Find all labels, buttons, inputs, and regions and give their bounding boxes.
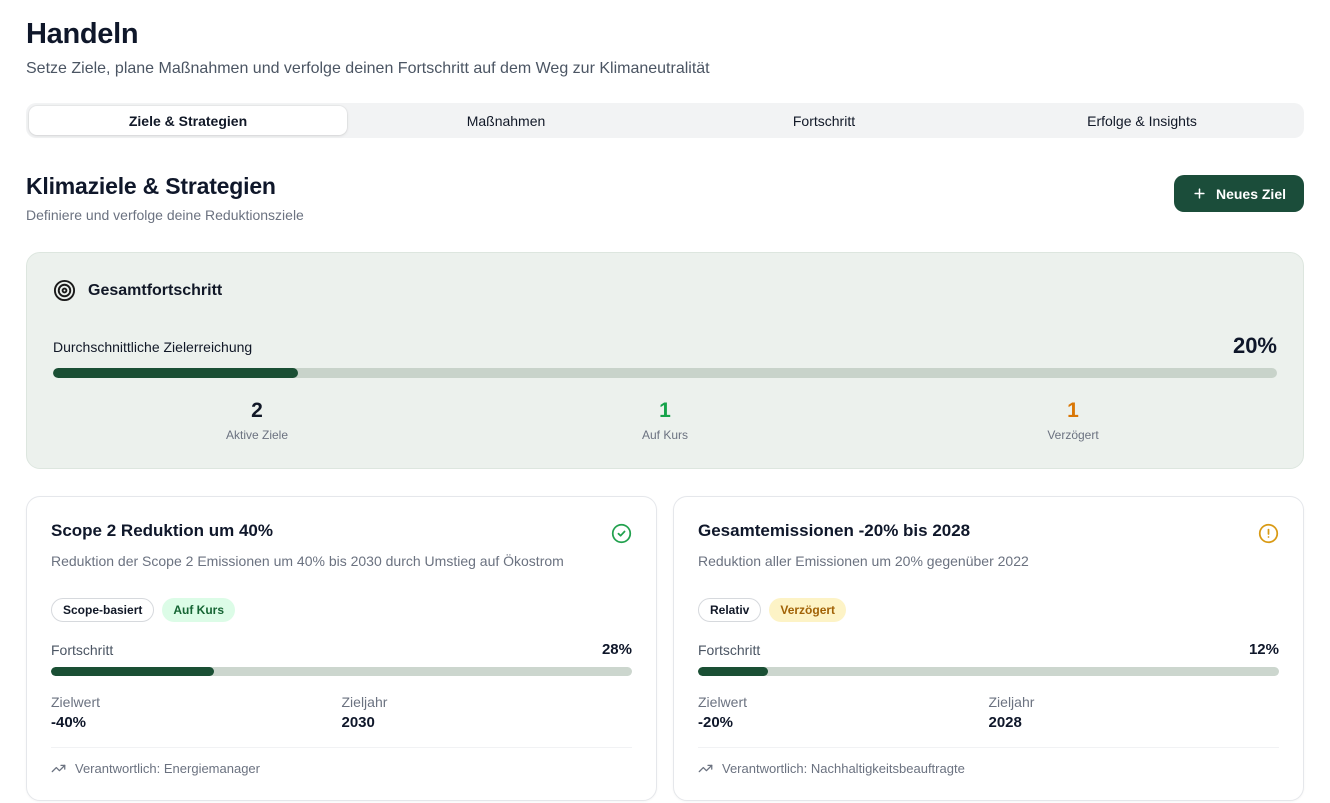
stat-active-goals-value: 2 bbox=[53, 399, 461, 423]
goal-description: Reduktion aller Emissionen um 20% gegenü… bbox=[698, 553, 1279, 569]
goal-year-value: 2030 bbox=[342, 714, 633, 731]
goal-responsible: Verantwortlich: Energiemanager bbox=[51, 747, 632, 776]
goal-responsible-text: Verantwortlich: Energiemanager bbox=[75, 761, 260, 776]
trending-up-icon bbox=[698, 761, 713, 776]
goal-progress-bar bbox=[698, 667, 1279, 676]
overall-progress-title: Gesamtfortschritt bbox=[88, 282, 222, 300]
plus-icon bbox=[1192, 186, 1207, 201]
section-header: Klimaziele & Strategien Definiere und ve… bbox=[26, 173, 1304, 223]
goal-year-label: Zieljahr bbox=[989, 694, 1280, 710]
avg-goal-achievement-label: Durchschnittliche Zielerreichung bbox=[53, 339, 252, 359]
badge-goal-type: Relativ bbox=[698, 598, 761, 622]
goal-progress-value: 12% bbox=[1249, 641, 1279, 658]
tab-erfolge-insights[interactable]: Erfolge & Insights bbox=[983, 106, 1301, 135]
goal-title: Gesamtemissionen -20% bis 2028 bbox=[698, 521, 970, 541]
stat-active-goals: 2 Aktive Ziele bbox=[53, 399, 461, 442]
goals-grid: Scope 2 Reduktion um 40% Reduktion der S… bbox=[26, 496, 1304, 801]
tab-fortschritt[interactable]: Fortschritt bbox=[665, 106, 983, 135]
overall-progress-bar bbox=[53, 368, 1277, 378]
overview-stats: 2 Aktive Ziele 1 Auf Kurs 1 Verzögert bbox=[53, 399, 1277, 442]
overall-progress-bar-fill bbox=[53, 368, 298, 378]
stat-on-track: 1 Auf Kurs bbox=[461, 399, 869, 442]
goal-progress-label: Fortschritt bbox=[51, 642, 113, 658]
goal-card-gesamtemissionen: Gesamtemissionen -20% bis 2028 Reduktion… bbox=[673, 496, 1304, 801]
goal-badges: Scope-basiert Auf Kurs bbox=[51, 598, 632, 622]
goal-progress-bar bbox=[51, 667, 632, 676]
goal-description: Reduktion der Scope 2 Emissionen um 40% … bbox=[51, 553, 632, 569]
goal-year: Zieljahr 2030 bbox=[342, 694, 633, 731]
stat-delayed-value: 1 bbox=[869, 399, 1277, 423]
goal-progress-bar-fill bbox=[698, 667, 768, 676]
goal-progress-value: 28% bbox=[602, 641, 632, 658]
goal-title: Scope 2 Reduktion um 40% bbox=[51, 521, 273, 541]
badge-goal-status: Auf Kurs bbox=[162, 598, 235, 622]
goal-responsible-text: Verantwortlich: Nachhaltigkeitsbeauftrag… bbox=[722, 761, 965, 776]
goal-target-value: -20% bbox=[698, 714, 989, 731]
section-subtitle: Definiere und verfolge deine Reduktionsz… bbox=[26, 207, 304, 223]
goal-progress-label: Fortschritt bbox=[698, 642, 760, 658]
tab-bar: Ziele & Strategien Maßnahmen Fortschritt… bbox=[26, 103, 1304, 138]
new-goal-button-label: Neues Ziel bbox=[1216, 186, 1286, 202]
goal-badges: Relativ Verzögert bbox=[698, 598, 1279, 622]
overall-progress-card: Gesamtfortschritt Durchschnittliche Ziel… bbox=[26, 252, 1304, 469]
stat-delayed: 1 Verzögert bbox=[869, 399, 1277, 442]
stat-on-track-value: 1 bbox=[461, 399, 869, 423]
goal-target-label: Zielwert bbox=[698, 694, 989, 710]
goal-target-value: -40% bbox=[51, 714, 342, 731]
tab-ziele-strategien[interactable]: Ziele & Strategien bbox=[29, 106, 347, 135]
stat-delayed-label: Verzögert bbox=[869, 428, 1277, 442]
new-goal-button[interactable]: Neues Ziel bbox=[1174, 175, 1304, 212]
target-icon bbox=[53, 279, 76, 302]
handeln-page: Handeln Setze Ziele, plane Maßnahmen und… bbox=[0, 0, 1330, 801]
stat-active-goals-label: Aktive Ziele bbox=[53, 428, 461, 442]
tab-massnahmen[interactable]: Maßnahmen bbox=[347, 106, 665, 135]
section-title: Klimaziele & Strategien bbox=[26, 173, 304, 200]
alert-circle-icon bbox=[1258, 521, 1279, 544]
trending-up-icon bbox=[51, 761, 66, 776]
stat-on-track-label: Auf Kurs bbox=[461, 428, 869, 442]
goal-target: Zielwert -40% bbox=[51, 694, 342, 731]
badge-goal-status: Verzögert bbox=[769, 598, 846, 622]
goal-year-value: 2028 bbox=[989, 714, 1280, 731]
goal-year-label: Zieljahr bbox=[342, 694, 633, 710]
avg-goal-achievement-value: 20% bbox=[1233, 333, 1277, 359]
badge-goal-type: Scope-basiert bbox=[51, 598, 154, 622]
goal-card-scope2: Scope 2 Reduktion um 40% Reduktion der S… bbox=[26, 496, 657, 801]
goal-year: Zieljahr 2028 bbox=[989, 694, 1280, 731]
page-subtitle: Setze Ziele, plane Maßnahmen und verfolg… bbox=[26, 60, 1304, 78]
goal-responsible: Verantwortlich: Nachhaltigkeitsbeauftrag… bbox=[698, 747, 1279, 776]
check-circle-icon bbox=[611, 521, 632, 544]
goal-progress-bar-fill bbox=[51, 667, 214, 676]
goal-target-label: Zielwert bbox=[51, 694, 342, 710]
page-title: Handeln bbox=[26, 18, 1304, 51]
goal-target: Zielwert -20% bbox=[698, 694, 989, 731]
